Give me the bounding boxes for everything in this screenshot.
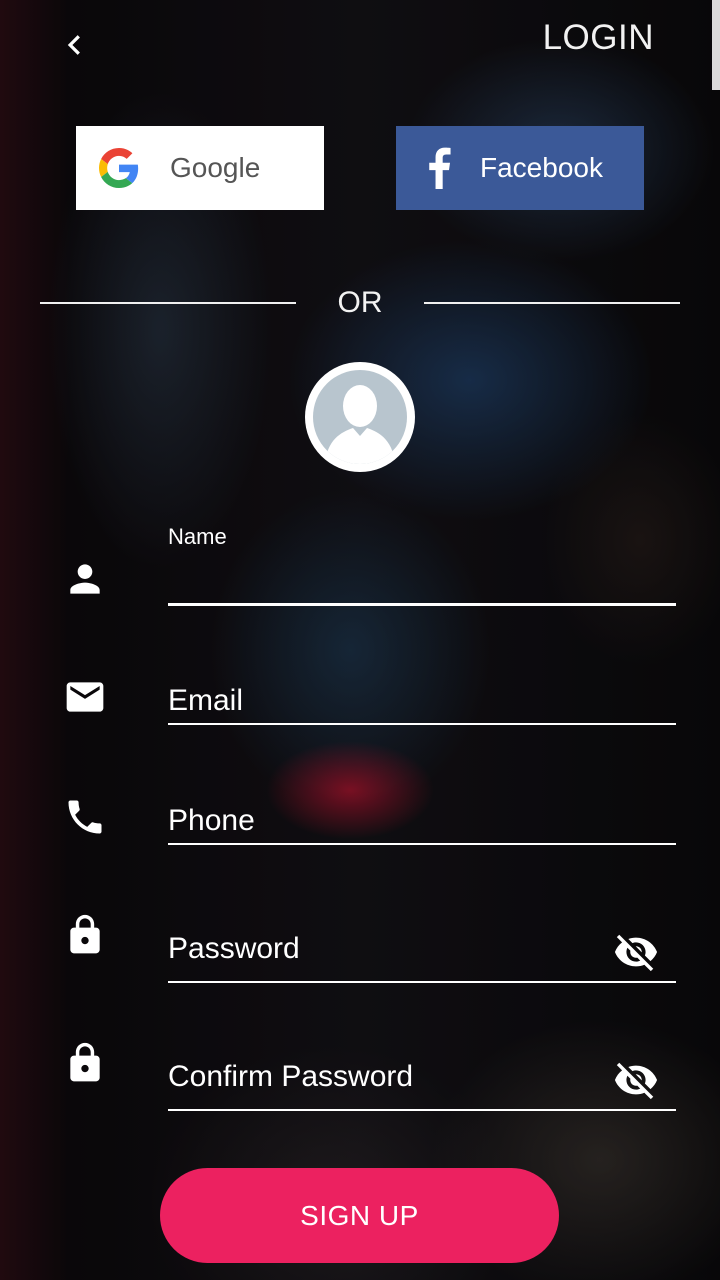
login-link[interactable]: LOGIN <box>543 18 654 58</box>
phone-icon <box>62 794 108 840</box>
confirm-password-placeholder: Confirm Password <box>168 1060 414 1093</box>
eye-off-icon[interactable] <box>612 1056 660 1104</box>
chevron-left-icon <box>67 35 80 55</box>
facebook-f-icon <box>418 147 460 189</box>
scrollbar-thumb[interactable] <box>712 0 720 90</box>
or-divider-label: OR <box>337 286 383 319</box>
confirm-password-field-underline <box>168 1109 676 1111</box>
email-field[interactable]: Email <box>168 676 676 728</box>
google-label: Google <box>170 152 261 183</box>
name-field[interactable]: Name <box>168 520 676 610</box>
person-icon <box>62 556 108 602</box>
back-button[interactable] <box>52 22 98 68</box>
google-g-icon <box>98 147 140 189</box>
facebook-label: Facebook <box>480 152 603 183</box>
confirm-password-field[interactable]: Confirm Password <box>168 1050 676 1114</box>
divider-line-left <box>40 302 296 304</box>
avatar-placeholder-icon <box>313 370 407 464</box>
email-field-underline <box>168 723 676 725</box>
email-placeholder: Email <box>168 684 244 717</box>
password-placeholder: Password <box>168 932 300 965</box>
password-field-underline <box>168 981 676 983</box>
eye-off-icon[interactable] <box>612 928 660 976</box>
divider-line-right <box>424 302 680 304</box>
phone-field[interactable]: Phone <box>168 796 676 848</box>
lock-icon <box>62 1040 108 1086</box>
phone-field-underline <box>168 843 676 845</box>
facebook-signin-button[interactable]: Facebook <box>396 126 644 210</box>
google-signin-button[interactable]: Google <box>76 126 324 210</box>
password-field[interactable]: Password <box>168 922 676 986</box>
avatar-picker[interactable] <box>305 362 415 472</box>
mail-icon <box>62 674 108 720</box>
signup-button[interactable]: SIGN UP <box>160 1168 559 1263</box>
phone-placeholder: Phone <box>168 804 255 837</box>
lock-icon <box>62 912 108 958</box>
name-field-underline <box>168 603 676 606</box>
name-field-label: Name <box>168 524 227 549</box>
